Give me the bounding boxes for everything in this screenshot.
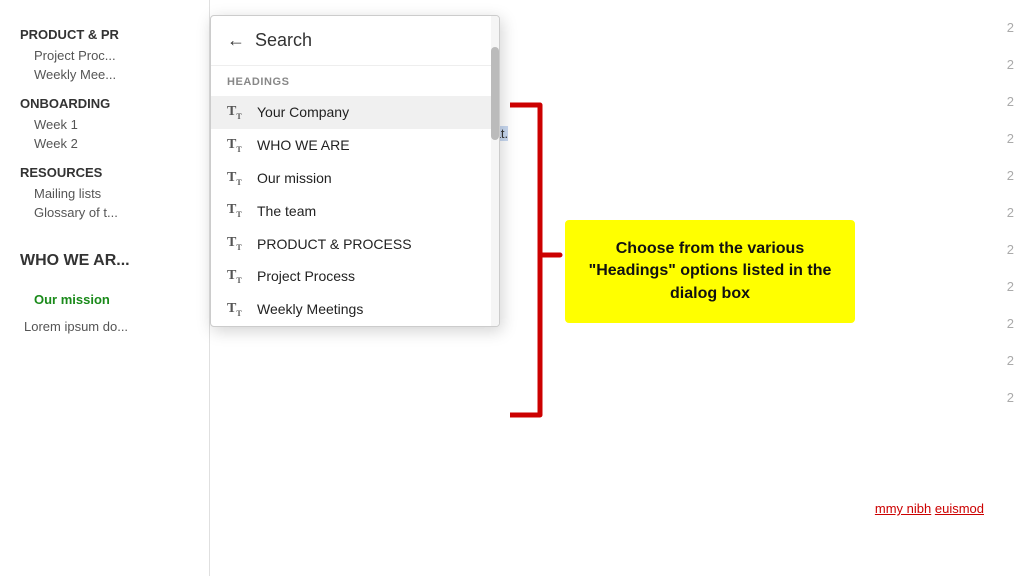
sidebar-section-onboarding: ONBOARDING Week 1 Week 2 [20, 96, 189, 153]
heading-label-the-team: The team [257, 203, 316, 219]
callout-box: Choose from the various "Headings" optio… [565, 220, 855, 323]
tt-icon-2: TT [227, 137, 247, 154]
tt-icon-6: TT [227, 268, 247, 285]
tt-icon-4: TT [227, 202, 247, 219]
heading-item-your-company[interactable]: TT Your Company [211, 96, 499, 129]
sidebar-item-glossary[interactable]: Glossary of t... [20, 203, 189, 222]
lorem-right-red: mmy nibh [875, 501, 931, 516]
num-4: 2 [1007, 131, 1014, 146]
num-2: 2 [1007, 57, 1014, 72]
num-9: 2 [1007, 316, 1014, 331]
tt-icon-3: TT [227, 170, 247, 187]
tt-icon-7: TT [227, 301, 247, 318]
sidebar-section-title-onboarding: ONBOARDING [20, 96, 189, 111]
sidebar-section-title-resources: RESOURCES [20, 165, 189, 180]
numbers-column: 2 2 2 2 2 2 2 2 2 2 2 [1007, 20, 1014, 405]
search-dialog-header: ← Search [211, 16, 499, 66]
heading-item-product-process[interactable]: TT PRODUCT & PROCESS [211, 227, 499, 260]
num-10: 2 [1007, 353, 1014, 368]
heading-item-the-team[interactable]: TT The team [211, 194, 499, 227]
tt-icon-5: TT [227, 235, 247, 252]
sidebar-section-product: PRODUCT & PR Project Proc... Weekly Mee.… [20, 27, 189, 84]
heading-label-weekly-meetings: Weekly Meetings [257, 301, 363, 317]
sidebar-section-title-product: PRODUCT & PR [20, 27, 189, 42]
back-arrow-icon[interactable]: ← [227, 30, 245, 51]
search-label: Search [255, 30, 312, 51]
sidebar-item-week2[interactable]: Week 2 [20, 134, 189, 153]
heading-item-who-we-are[interactable]: TT WHO WE ARE [211, 129, 499, 162]
lorem-right-text: mmy nibh euismod [875, 501, 984, 516]
num-8: 2 [1007, 279, 1014, 294]
num-11: 2 [1007, 390, 1014, 405]
sidebar-item-weekly-mee[interactable]: Weekly Mee... [20, 65, 189, 84]
search-dialog-section: HEADINGS [211, 66, 499, 96]
heading-item-project-process[interactable]: TT Project Process [211, 260, 499, 293]
heading-label-our-mission: Our mission [257, 170, 332, 186]
sidebar-lorem-line1: Lorem ipsum do... [24, 319, 189, 334]
num-7: 2 [1007, 242, 1014, 257]
tt-icon-1: TT [227, 104, 247, 121]
search-dialog: ← Search HEADINGS TT Your Company TT WHO… [210, 15, 500, 327]
sidebar-item-project-proc[interactable]: Project Proc... [20, 46, 189, 65]
sidebar-our-mission[interactable]: Our mission [20, 290, 189, 309]
heading-label-who-we-are: WHO WE ARE [257, 137, 350, 153]
num-3: 2 [1007, 94, 1014, 109]
headings-section-label: HEADINGS [227, 76, 483, 88]
heading-item-our-mission[interactable]: TT Our mission [211, 162, 499, 195]
callout-text: Choose from the various "Headings" optio… [589, 240, 832, 302]
sidebar-section-resources: RESOURCES Mailing lists Glossary of t... [20, 165, 189, 222]
dialog-scrollbar-thumb [491, 47, 499, 140]
heading-label-project-process: Project Process [257, 268, 355, 284]
num-5: 2 [1007, 168, 1014, 183]
sidebar-who-we-are[interactable]: WHO WE AR... [20, 252, 189, 270]
lorem-right-euismod: euismod [935, 501, 984, 516]
dialog-scrollbar[interactable] [491, 16, 499, 326]
heading-item-weekly-meetings[interactable]: TT Weekly Meetings [211, 293, 499, 326]
sidebar-item-mailing[interactable]: Mailing lists [20, 184, 189, 203]
heading-label-product-process: PRODUCT & PROCESS [257, 236, 412, 252]
num-6: 2 [1007, 205, 1014, 220]
num-1: 2 [1007, 20, 1014, 35]
sidebar-item-week1[interactable]: Week 1 [20, 115, 189, 134]
document-sidebar: PRODUCT & PR Project Proc... Weekly Mee.… [0, 0, 210, 576]
red-bracket-annotation [500, 95, 570, 425]
heading-label-your-company: Your Company [257, 104, 349, 120]
